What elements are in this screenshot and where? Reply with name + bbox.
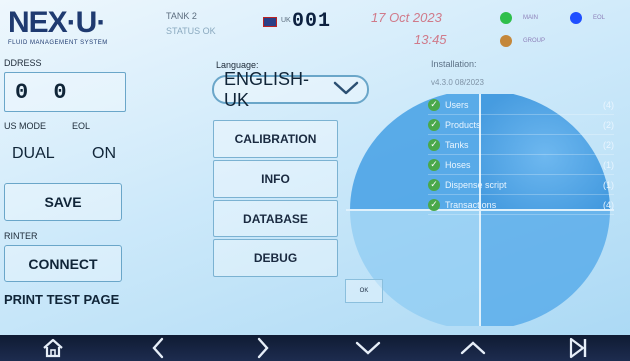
address-field[interactable]: 0 0 [4, 72, 126, 112]
install-item-name: Hoses [445, 159, 471, 170]
check-icon: ✓ [428, 158, 440, 171]
status-label: STATUS OK [166, 26, 216, 36]
flag-label: UK [281, 17, 291, 24]
brand-name: NEX·U· [8, 6, 106, 39]
check-icon: ✓ [428, 138, 440, 151]
group-status-dot [500, 35, 512, 47]
install-item-name: Dispense script [445, 179, 507, 190]
save-button[interactable]: SAVE [4, 183, 122, 221]
install-item-name: Users [445, 99, 469, 110]
info-button[interactable]: INFO [213, 160, 338, 198]
check-icon: ✓ [428, 98, 440, 111]
print-test-page-button[interactable]: PRINT TEST PAGE [4, 292, 119, 307]
eol-status-dot [570, 12, 582, 24]
database-button[interactable]: DATABASE [213, 200, 338, 237]
check-icon: ✓ [428, 178, 440, 191]
installation-version: v4.3.0 08/2023 [431, 78, 484, 87]
check-icon: ✓ [428, 118, 440, 131]
bus-mode-value[interactable]: DUAL [12, 145, 55, 163]
list-item: ✓ Products (2) [428, 115, 614, 135]
install-item-count: (1) [603, 159, 614, 170]
bus-mode-label: US MODE [4, 121, 47, 131]
eol-indicator-label: EOL [593, 15, 606, 21]
list-item: ✓ Tanks (2) [428, 135, 614, 155]
counter-display: 001 [292, 10, 332, 33]
debug-button[interactable]: DEBUG [213, 239, 338, 277]
skip-forward-icon[interactable] [558, 335, 598, 361]
main-label: MAIN [523, 15, 538, 21]
connect-button[interactable]: CONNECT [4, 245, 122, 282]
brand-logo: NEX·U· FLUID MANAGEMENT SYSTEM [8, 8, 156, 52]
list-item: ✓ Hoses (1) [428, 155, 614, 175]
tank-label: TANK 2 [166, 11, 197, 21]
install-item-name: Transactions [445, 199, 497, 210]
check-icon: ✓ [428, 198, 440, 211]
chevron-right-icon[interactable] [243, 335, 283, 361]
install-item-count: (4) [603, 99, 614, 110]
bottom-nav-bar [0, 335, 630, 361]
main-status-dot [500, 12, 512, 24]
eol-label: EOL [72, 121, 91, 131]
list-item: ✓ Users (4) [428, 95, 614, 115]
list-item: ✓ Dispense script (1) [428, 175, 614, 195]
group-label: GROUP [523, 38, 546, 44]
chevron-down-icon[interactable] [348, 335, 388, 361]
installation-list: ✓ Users (4) ✓ Products (2) ✓ Tanks (2) ✓… [428, 95, 614, 215]
home-icon[interactable] [33, 335, 73, 361]
brand-subtitle: FLUID MANAGEMENT SYSTEM [8, 40, 108, 46]
chevron-left-icon[interactable] [138, 335, 178, 361]
language-value: ENGLISH-UK [224, 68, 310, 110]
install-item-count: (2) [603, 139, 614, 150]
uk-flag-icon [263, 17, 277, 27]
eol-value[interactable]: ON [92, 145, 116, 163]
installation-label: Installation: [431, 59, 477, 69]
chevron-up-icon[interactable] [453, 335, 493, 361]
install-item-name: Tanks [445, 139, 469, 150]
list-item: ✓ Transactions (4) [428, 195, 614, 215]
install-item-name: Products [445, 119, 481, 130]
install-item-count: (4) [603, 199, 614, 210]
calibration-button[interactable]: CALIBRATION [213, 120, 338, 158]
ok-button[interactable]: OK [345, 279, 383, 303]
address-value: 0 0 [15, 79, 73, 105]
time-display: 13:45 [414, 32, 447, 47]
install-item-count: (1) [603, 179, 614, 190]
install-item-count: (2) [603, 119, 614, 130]
date-display: 17 Oct 2023 [371, 10, 442, 25]
printer-label: RINTER [4, 231, 38, 241]
address-label: DDRESS [4, 58, 42, 68]
